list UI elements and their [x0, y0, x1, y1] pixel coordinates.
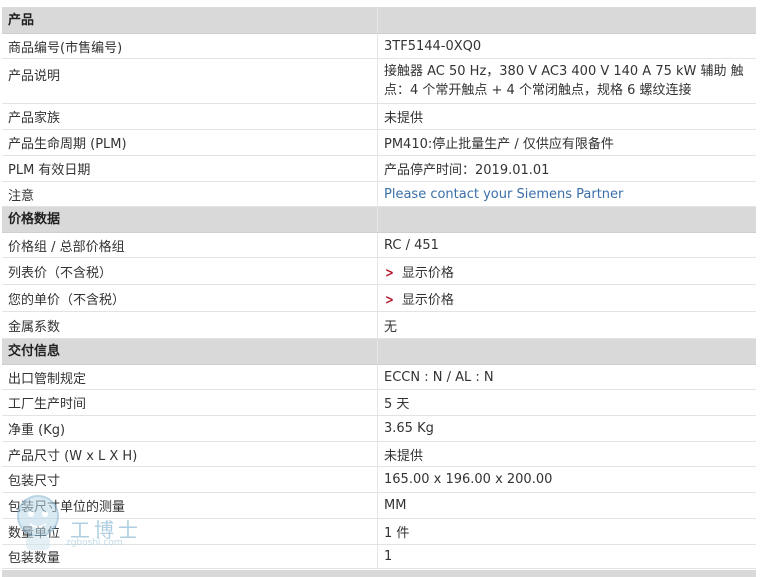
section-title: 交付信息	[2, 339, 378, 364]
product-data-table: 产品 商品编号(市售编号) 3TF5144-0XQ0 产品说明 接触器 AC 5…	[2, 7, 756, 569]
row-label: 列表价（不含税）	[2, 258, 378, 284]
table-row-product-dimensions: 产品尺寸 (W x L X H) 未提供	[2, 442, 756, 467]
row-label: 价格组 / 总部价格组	[2, 233, 378, 257]
section-title: 价格数据	[2, 207, 378, 232]
row-label: 包装尺寸单位的测量	[2, 493, 378, 518]
row-label: 包装数量	[2, 545, 378, 568]
show-price-label: 显示价格	[401, 292, 454, 308]
row-value: 3.65 Kg	[384, 421, 434, 436]
chevron-right-icon: >	[385, 265, 394, 281]
row-value: 165.00 x 196.00 x 200.00	[384, 472, 553, 487]
row-label: 工厂生产时间	[2, 390, 378, 415]
section-title: 产品	[2, 8, 378, 33]
row-label: 商品编号(市售编号)	[2, 34, 378, 58]
table-row-net-weight: 净重 (Kg) 3.65 Kg	[2, 416, 756, 442]
row-value: 3TF5144-0XQ0	[384, 38, 482, 54]
row-label: 产品家族	[2, 104, 378, 129]
table-row-product-description: 产品说明 接触器 AC 50 Hz，380 V AC3 400 V 140 A …	[2, 59, 756, 104]
row-value: 1 件	[384, 526, 410, 541]
section-header-price-data: 价格数据	[2, 207, 756, 233]
row-value: 5 天	[384, 397, 410, 412]
row-value: 无	[384, 319, 398, 335]
section-header-product: 产品	[2, 8, 756, 34]
row-label: 数量单位	[2, 519, 378, 544]
row-value: 接触器 AC 50 Hz，380 V AC3 400 V 140 A 75 kW…	[384, 64, 744, 98]
table-row-production-time: 工厂生产时间 5 天	[2, 390, 756, 416]
row-label: 产品说明	[2, 59, 378, 103]
table-row-package-dimensions: 包装尺寸 165.00 x 196.00 x 200.00	[2, 467, 756, 493]
row-label: 金属系数	[2, 312, 378, 338]
table-row-product-family: 产品家族 未提供	[2, 104, 756, 130]
table-row-article-number: 商品编号(市售编号) 3TF5144-0XQ0	[2, 34, 756, 59]
table-row-metal-factor: 金属系数 无	[2, 312, 756, 339]
table-row-price-group: 价格组 / 总部价格组 RC / 451	[2, 233, 756, 258]
chevron-right-icon: >	[385, 292, 394, 308]
table-row-quantity-unit: 数量单位 1 件	[2, 519, 756, 545]
row-label: 净重 (Kg)	[2, 416, 378, 441]
row-label: 您的单价（不含税）	[2, 285, 378, 311]
row-value: PM410:停止批量生产 / 仅供应有限备件	[384, 137, 614, 152]
row-label: PLM 有效日期	[2, 156, 378, 181]
show-price-link[interactable]: > 显示价格	[384, 289, 454, 308]
contact-partner-link[interactable]: Please contact your Siemens Partner	[384, 187, 623, 202]
table-row-plm: 产品生命周期 (PLM) PM410:停止批量生产 / 仅供应有限备件	[2, 130, 756, 156]
row-value: 1	[384, 549, 393, 564]
show-price-link[interactable]: > 显示价格	[384, 262, 454, 281]
show-price-label: 显示价格	[401, 265, 454, 281]
row-value: RC / 451	[384, 237, 439, 253]
row-label: 产品生命周期 (PLM)	[2, 130, 378, 155]
table-row-list-price: 列表价（不含税） > 显示价格	[2, 258, 756, 285]
row-label: 注意	[2, 182, 378, 206]
table-row-your-price: 您的单价（不含税） > 显示价格	[2, 285, 756, 312]
row-value: 未提供	[384, 111, 424, 126]
row-value: MM	[384, 498, 407, 513]
row-label: 产品尺寸 (W x L X H)	[2, 442, 378, 466]
row-value: ECCN : N / AL : N	[384, 369, 494, 385]
table-row-package-unit: 包装尺寸单位的测量 MM	[2, 493, 756, 519]
row-label: 包装尺寸	[2, 467, 378, 492]
table-row-export-control: 出口管制规定 ECCN : N / AL : N	[2, 365, 756, 390]
row-value: 产品停产时间：2019.01.01	[384, 163, 550, 178]
table-row-notice: 注意 Please contact your Siemens Partner	[2, 182, 756, 207]
row-label: 出口管制规定	[2, 365, 378, 389]
row-value: 未提供	[384, 448, 424, 464]
table-row-plm-date: PLM 有效日期 产品停产时间：2019.01.01	[2, 156, 756, 182]
section-header-delivery-info: 交付信息	[2, 339, 756, 365]
table-bottom-bar	[2, 570, 756, 577]
table-row-package-quantity: 包装数量 1	[2, 545, 756, 569]
